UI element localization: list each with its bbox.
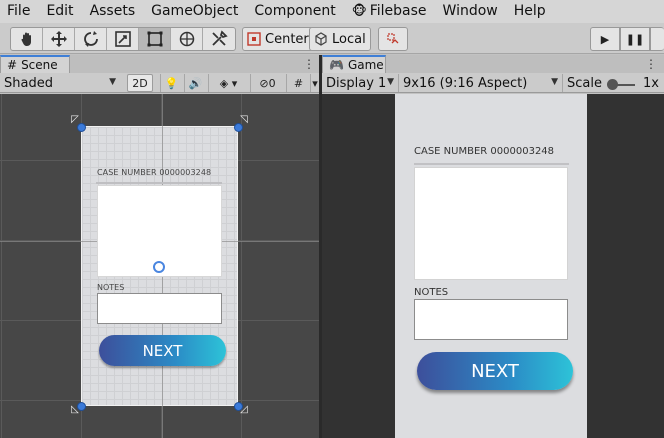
grid-icon: #: [293, 76, 304, 90]
hidden-count: 0: [268, 76, 276, 90]
chevron-down-icon: ▼: [109, 77, 116, 87]
scene-case-number: CASE NUMBER 0000003248: [97, 168, 212, 177]
menu-window[interactable]: Window: [435, 0, 506, 23]
lightbulb-icon: 💡: [164, 76, 179, 90]
gizmos-grid-toggle[interactable]: #: [286, 74, 310, 92]
menu-edit[interactable]: Edit: [38, 0, 81, 23]
pivot-mode-button[interactable]: Center: [242, 27, 314, 51]
scene-toolbar: Shaded ▼ 2D 💡 🔊 ◈ ▾ ⊘ 0 # ▾: [0, 73, 319, 93]
scale-slider-knob[interactable]: [606, 79, 618, 90]
lighting-toggle[interactable]: 💡: [160, 74, 182, 92]
toggle-2d-label: 2D: [132, 76, 148, 90]
snap-grid-icon: [386, 32, 400, 46]
custom-tool-icon: [212, 30, 228, 46]
game-case-number: CASE NUMBER 0000003248: [414, 146, 555, 157]
hand-tool-button[interactable]: [11, 28, 43, 50]
rotate-tool-button[interactable]: [75, 28, 107, 50]
chevron-down-icon: ▼: [551, 77, 558, 87]
scene-notes-label: NOTES: [97, 283, 125, 292]
effects-layers-icon: ◈ ▾: [219, 76, 238, 90]
anchor-top-right-icon[interactable]: ◹: [238, 114, 250, 126]
game-photo-area[interactable]: [414, 167, 568, 280]
move-tool-button[interactable]: [43, 28, 75, 50]
pivot-space-label: Local: [332, 31, 366, 47]
aspect-value: 9x16 (9:16 Aspect): [403, 75, 528, 91]
menu-file[interactable]: File: [0, 0, 38, 23]
pivot-center-icon: [247, 32, 261, 46]
scale-icon: [114, 31, 131, 47]
shading-mode-value: Shaded: [4, 75, 53, 91]
eye-slash-icon: ⊘: [259, 76, 269, 90]
scene-panel-menu-icon[interactable]: ⋮: [303, 57, 315, 71]
tab-game[interactable]: 🎮 Game: [322, 55, 386, 73]
pause-button[interactable]: ❚❚: [620, 27, 650, 51]
pivot-handle[interactable]: [153, 261, 165, 273]
play-button[interactable]: ▶: [590, 27, 620, 51]
step-button[interactable]: [650, 27, 664, 51]
monkey-icon: 🐵: [351, 4, 367, 19]
custom-tool-button[interactable]: [203, 28, 235, 50]
game-tab-label: Game: [347, 58, 384, 72]
move-icon: [50, 31, 67, 47]
menu-filebase-label: Filebase: [369, 3, 427, 19]
game-view[interactable]: CASE NUMBER 0000003248 NOTES NEXT: [322, 94, 664, 438]
scene-view[interactable]: CASE NUMBER 0000003248 NOTES NEXT ◸ ◹ ◺ …: [0, 94, 319, 438]
scale-label: Scale: [567, 75, 602, 91]
audio-toggle[interactable]: 🔊: [184, 74, 206, 92]
shading-mode-dropdown[interactable]: Shaded ▼: [0, 74, 120, 92]
game-panel-menu-icon[interactable]: ⋮: [645, 57, 657, 71]
snap-button[interactable]: [378, 27, 408, 51]
game-case-divider: [414, 163, 569, 165]
scene-tab-bar: # Scene ⋮: [0, 55, 319, 73]
scene-tab-label: Scene: [21, 58, 58, 72]
effects-dropdown[interactable]: ◈ ▾: [208, 74, 248, 92]
menu-gameobject[interactable]: GameObject: [143, 0, 246, 23]
game-tab-bar: 🎮 Game ⋮: [322, 55, 664, 73]
rotate-icon: [83, 31, 98, 47]
aspect-dropdown[interactable]: 9x16 (9:16 Aspect) ▼: [398, 74, 562, 92]
local-cube-icon: [314, 32, 328, 46]
display-dropdown[interactable]: Display 1 ▼: [322, 74, 398, 92]
scene-notes-field: [97, 293, 222, 324]
game-notes-label: NOTES: [414, 287, 449, 298]
transform-tool-button[interactable]: [171, 28, 203, 50]
gamepad-icon: 🎮: [329, 58, 344, 72]
pause-icon: ❚❚: [625, 32, 645, 46]
hand-icon: [20, 32, 31, 46]
game-toolbar: Display 1 ▼ 9x16 (9:16 Aspect) ▼ Scale 1…: [322, 73, 664, 93]
display-value: Display 1: [326, 75, 387, 91]
rect-icon: [147, 31, 162, 47]
tab-scene[interactable]: # Scene: [0, 55, 70, 73]
pivot-mode-label: Center: [265, 31, 309, 47]
anchor-bottom-right-icon[interactable]: ◿: [238, 404, 250, 416]
menu-component[interactable]: Component: [246, 0, 343, 23]
transform-tools: [10, 27, 236, 51]
transform-icon: [179, 31, 194, 47]
menu-bar: File Edit Assets GameObject Component 🐵 F…: [0, 0, 664, 23]
hidden-objects-toggle[interactable]: ⊘ 0: [250, 74, 284, 92]
scene-more-button[interactable]: ▾: [310, 74, 319, 92]
scale-control: Scale 1x: [562, 74, 664, 92]
chevron-down-icon: ▼: [387, 77, 394, 87]
scale-tool-button[interactable]: [107, 28, 139, 50]
anchor-bottom-left-icon[interactable]: ◺: [69, 404, 81, 416]
scene-grid-icon: #: [7, 58, 18, 72]
scale-value: 1x: [643, 75, 659, 91]
play-controls: ▶ ❚❚: [590, 27, 664, 51]
game-notes-field[interactable]: [414, 299, 568, 340]
more-icon: ▾: [312, 76, 318, 90]
game-next-button[interactable]: NEXT: [417, 352, 573, 390]
toggle-2d-button[interactable]: 2D: [127, 74, 153, 92]
scene-next-button: NEXT: [99, 335, 226, 366]
play-icon: ▶: [600, 32, 610, 46]
menu-assets[interactable]: Assets: [82, 0, 144, 23]
menu-filebase[interactable]: 🐵 Filebase: [344, 0, 435, 23]
main-toolbar: Center Local ▶ ❚❚: [0, 23, 664, 54]
anchor-top-left-icon[interactable]: ◸: [69, 114, 81, 126]
rect-tool-button[interactable]: [139, 28, 171, 50]
scene-case-divider: [96, 182, 222, 184]
pivot-space-button[interactable]: Local: [309, 27, 371, 51]
speaker-icon: 🔊: [188, 76, 203, 90]
menu-help[interactable]: Help: [506, 0, 554, 23]
